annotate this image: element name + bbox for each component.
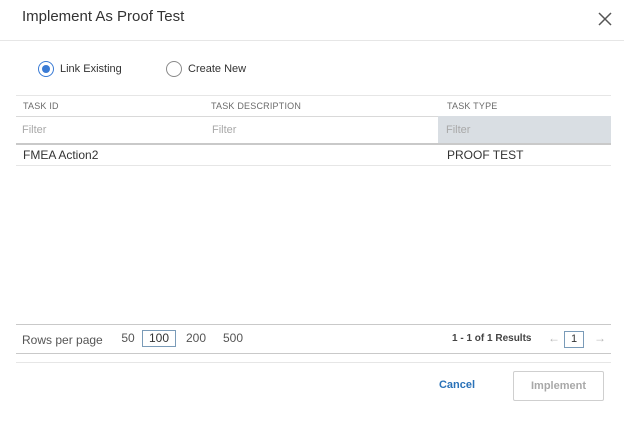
radio-circle [38,61,54,77]
page-size-50[interactable]: 50 [119,331,137,345]
implement-proof-test-dialog: Implement As Proof Test Link Existing Cr… [0,0,624,432]
page-size-100[interactable]: 100 [142,330,176,347]
arrow-left-icon[interactable]: ← [548,331,560,345]
rows-per-page-label: Rows per page [22,333,103,347]
column-header-task-description[interactable]: TASK DESCRIPTION [211,101,301,111]
grid-pager: Rows per page 50 100 200 500 1 - 1 of 1 … [16,324,611,354]
grid-header-row: TASK ID TASK DESCRIPTION TASK TYPE [16,95,611,117]
table-row[interactable]: FMEA Action2 PROOF TEST [16,145,611,166]
task-description-filter-input[interactable] [206,116,438,143]
page-size-500[interactable]: 500 [222,331,244,345]
dialog-title: Implement As Proof Test [22,8,185,25]
column-header-task-id[interactable]: TASK ID [23,101,59,111]
dialog-header: Implement As Proof Test [0,0,624,41]
close-icon[interactable] [596,10,614,28]
footer-divider [16,362,611,363]
task-type-filter-input[interactable] [438,116,611,143]
radio-circle [166,61,182,77]
arrow-right-icon[interactable]: → [594,331,606,345]
current-page-box[interactable]: 1 [564,331,584,348]
column-header-task-type[interactable]: TASK TYPE [447,101,497,111]
implement-button[interactable]: Implement [513,371,604,401]
cell-task-id: FMEA Action2 [23,148,99,162]
link-existing-label: Link Existing [60,63,122,75]
cancel-button[interactable]: Cancel [430,373,484,397]
cell-task-type: PROOF TEST [447,148,524,162]
create-new-label: Create New [188,63,247,75]
results-count: 1 - 1 of 1 Results [452,333,532,344]
task-id-filter-input[interactable] [16,116,206,143]
grid-filter-row [16,116,611,145]
page-size-200[interactable]: 200 [185,331,207,345]
